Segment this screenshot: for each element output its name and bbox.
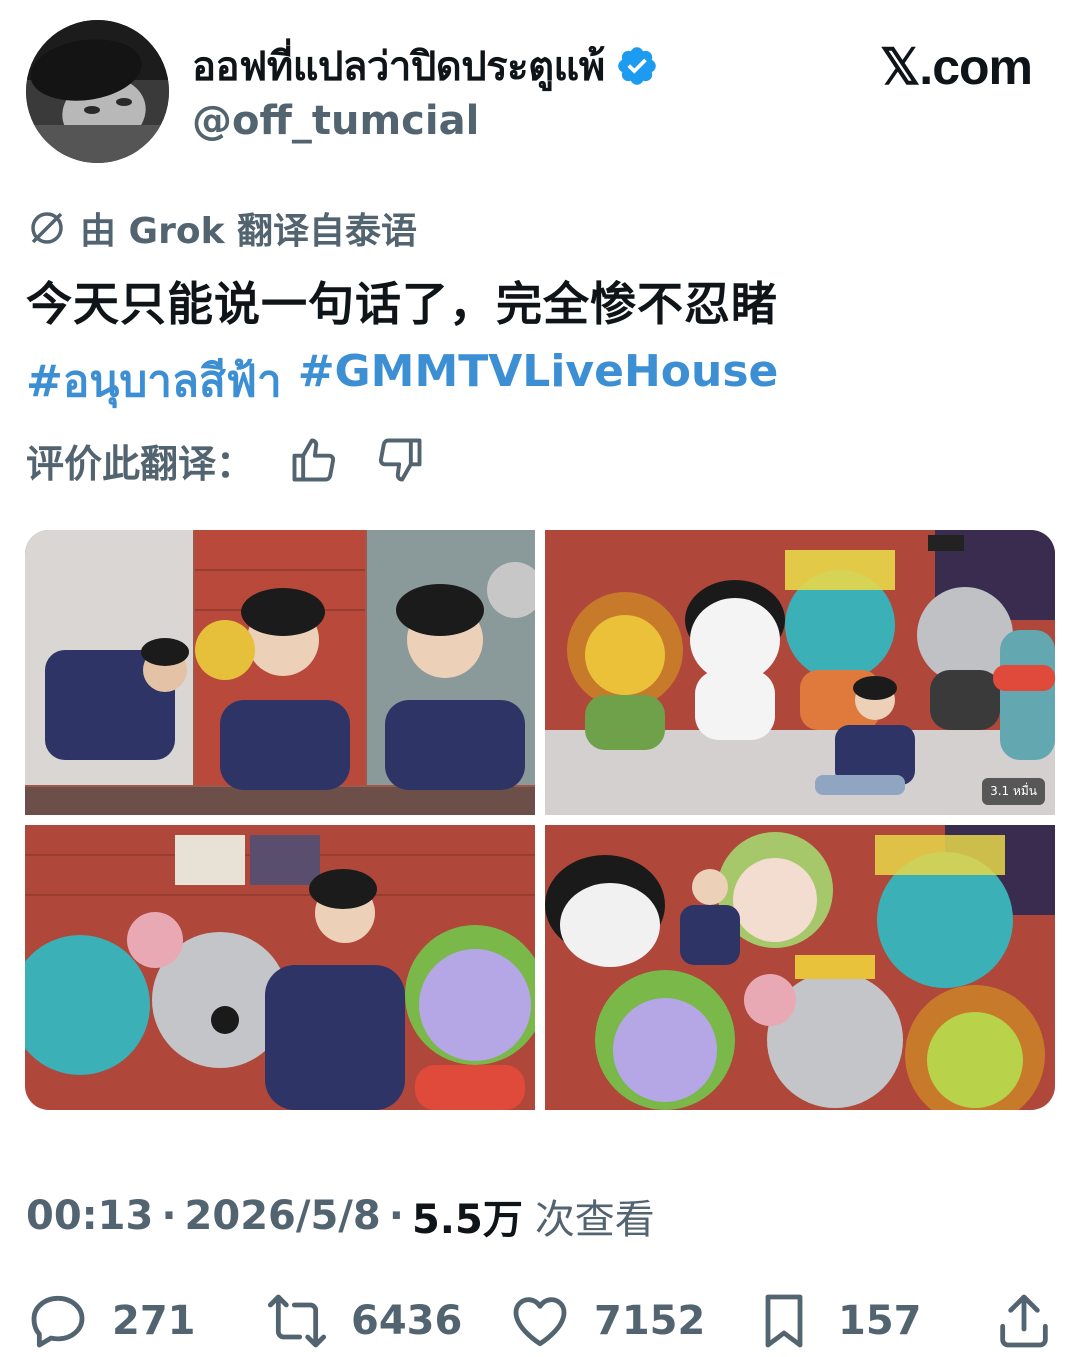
meta-separator: · [161, 1193, 177, 1239]
hashtag-link[interactable]: #อนุบาลสีฟ้า [26, 346, 282, 416]
author-display-name[interactable]: ออฟที่แปลว่าปิดประตูแพ้ [192, 34, 605, 98]
media-grid: 3.1 หมื่น [25, 530, 1055, 1110]
bookmark-button[interactable]: 157 [752, 1286, 922, 1356]
repost-button[interactable]: 6436 [265, 1286, 462, 1356]
rate-translation-row: 评价此翻译： [26, 432, 460, 488]
media-photo[interactable]: 3.1 หมื่น [545, 530, 1055, 815]
site-label: 𝕏.com [880, 39, 1033, 95]
repost-icon [267, 1294, 327, 1348]
tweet-text: 今天只能说一句话了，完全惨不忍睹 [26, 277, 778, 331]
bookmark-icon [765, 1294, 803, 1348]
translate-icon [31, 212, 63, 244]
hashtags: #อนุบาลสีฟ้า #GMMTVLiveHouse [26, 346, 778, 416]
heart-icon [513, 1297, 567, 1347]
reply-icon [31, 1295, 85, 1348]
views-count: 5.5万 [411, 1197, 523, 1243]
thumbs-down-icon[interactable] [374, 434, 426, 486]
translation-notice-text: 由 Grok 翻译自泰语 [80, 211, 418, 252]
verified-badge-icon [617, 47, 656, 85]
translation-notice: 由 Grok 翻译自泰语 [26, 202, 417, 254]
bookmark-count: 157 [838, 1298, 922, 1344]
like-button[interactable]: 7152 [508, 1286, 705, 1356]
hashtag-link[interactable]: #GMMTVLiveHouse [298, 346, 779, 416]
rate-translation-label: 评价此翻译： [26, 441, 255, 486]
share-icon [1000, 1294, 1048, 1348]
media-photo[interactable] [25, 530, 535, 815]
reply-button[interactable]: 271 [26, 1286, 196, 1356]
media-photo[interactable] [25, 825, 535, 1110]
video-views-badge: 3.1 หมื่น [982, 778, 1045, 805]
tweet-header: ออฟที่แปลว่าปิดประตูแพ้ @off_tumcial 𝕏.c… [0, 0, 1080, 190]
views-label: 次查看 [534, 1197, 655, 1243]
author-handle[interactable]: @off_tumcial [192, 98, 479, 144]
meta-separator: · [388, 1193, 404, 1239]
author-name-row: ออฟที่แปลว่าปิดประตูแพ้ [192, 38, 659, 94]
tweet-time[interactable]: 00:13 [26, 1193, 153, 1239]
reply-count: 271 [112, 1298, 196, 1344]
like-count: 7152 [594, 1298, 706, 1344]
action-bar: 271 6436 7152 157 [0, 1286, 1080, 1356]
repost-count: 6436 [351, 1298, 463, 1344]
tweet-date[interactable]: 2026/5/8 [185, 1193, 381, 1239]
tweet-meta: 00:13 · 2026/5/8 · 5.5万 次查看 [26, 1186, 655, 1246]
author-avatar[interactable] [26, 20, 169, 163]
thumbs-up-icon[interactable] [288, 434, 340, 486]
share-button[interactable] [992, 1286, 1056, 1356]
media-photo[interactable] [545, 825, 1055, 1110]
